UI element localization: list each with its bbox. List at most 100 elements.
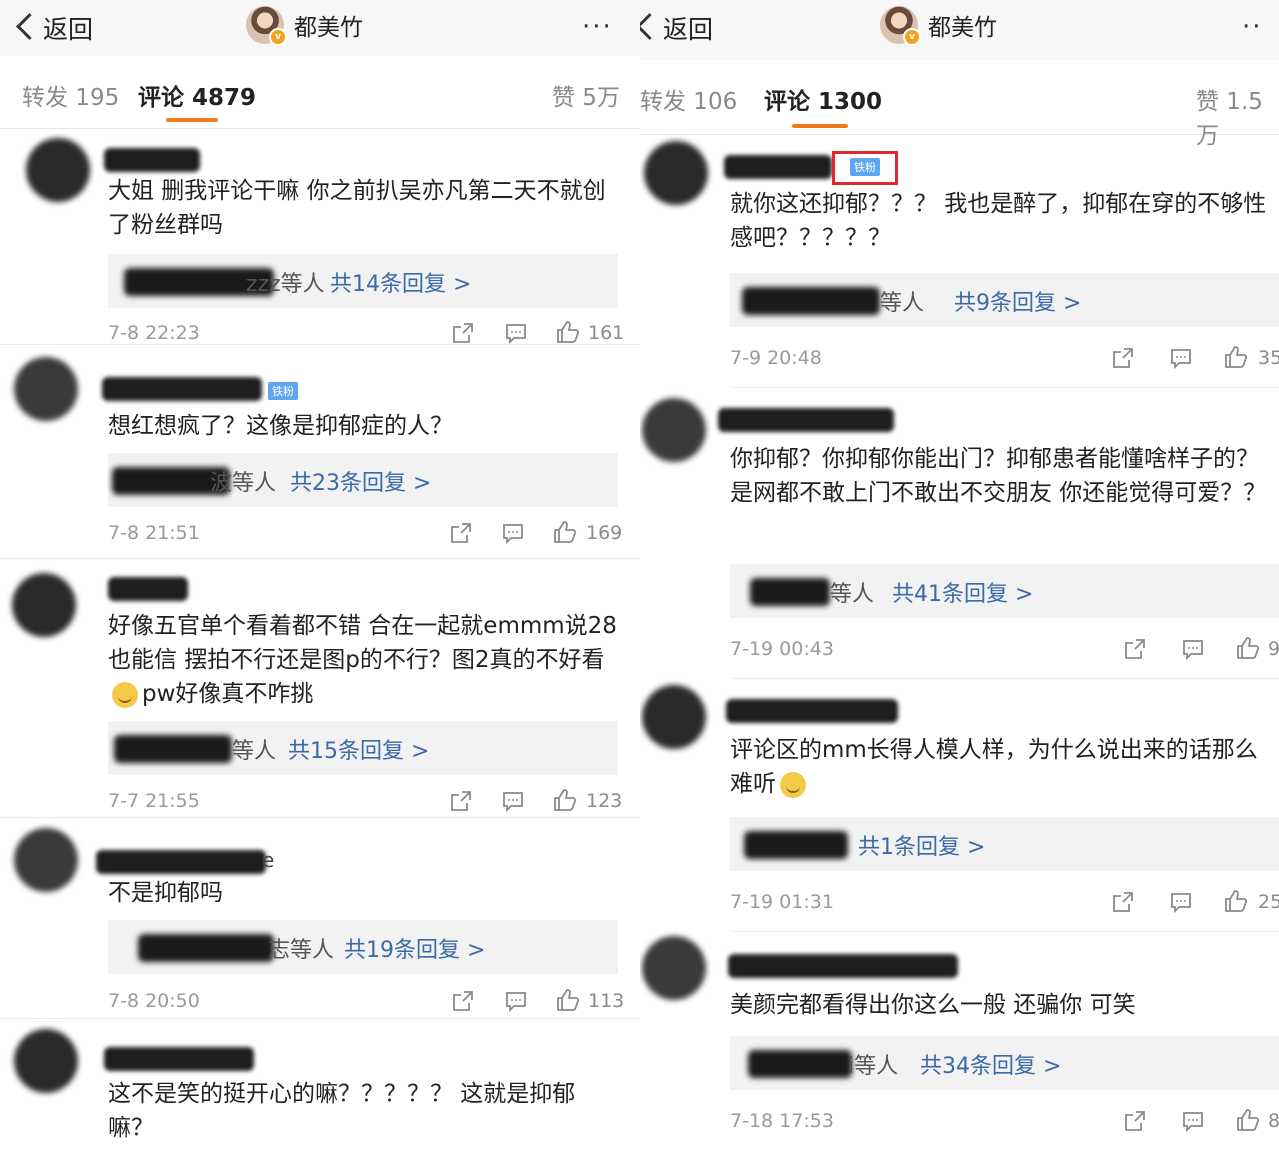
share-icon[interactable] — [452, 990, 474, 1012]
reply-count-link[interactable]: 共19条回复 > — [344, 932, 485, 964]
left-screenshot: 返回 v 都美竹 ··· 转发 195 评论 4879 赞 5万 大姐 删我评论… — [0, 0, 640, 1149]
commenter-avatar[interactable] — [644, 141, 708, 205]
reply-count-link[interactable]: 共9条回复 > — [954, 285, 1081, 317]
comment-icon[interactable] — [502, 522, 524, 544]
comment-date: 7-9 20:48 — [730, 347, 822, 369]
share-icon[interactable] — [452, 322, 474, 344]
like-count: 9 — [1268, 638, 1279, 660]
share-icon[interactable] — [450, 522, 472, 544]
like-icon[interactable] — [553, 788, 577, 812]
commenter-name[interactable] — [102, 377, 262, 401]
comment-item: 你抑郁？你抑郁你能出门？抑郁患者能懂啥样子的？是网都不敢上门不敢出不交朋友 你还… — [640, 388, 1279, 678]
reply-count-link[interactable]: 共41条回复 > — [892, 576, 1033, 608]
tab-comments[interactable]: 评论 1300 — [764, 82, 882, 116]
share-icon[interactable] — [1124, 638, 1146, 660]
comment-date: 7-8 22:23 — [108, 322, 200, 344]
commenter-avatar[interactable] — [14, 828, 78, 892]
reply-preview[interactable]: zzz等人 共14条回复 > — [108, 254, 618, 308]
profile-header[interactable]: v 都美竹 — [880, 6, 997, 46]
reply-count-link[interactable]: 共23条回复 > — [290, 465, 431, 497]
commenter-avatar[interactable] — [26, 138, 90, 202]
back-button[interactable]: 返回 — [16, 10, 93, 46]
reply-users: 志等人 — [268, 938, 335, 963]
comment-icon[interactable] — [1170, 891, 1192, 913]
reply-preview[interactable]: 等人 共41条回复 > — [730, 564, 1279, 618]
comment-date: 7-18 17:53 — [730, 1110, 834, 1132]
like-icon[interactable] — [1236, 1108, 1260, 1132]
tab-repost[interactable]: 转发 195 — [22, 78, 119, 112]
commenter-avatar[interactable] — [12, 573, 76, 637]
tab-likes[interactable]: 赞 5万 — [552, 78, 620, 112]
replier-name — [138, 934, 274, 962]
fan-badge: 铁粉 — [268, 382, 298, 400]
reply-preview[interactable]: 波等人 共23条回复 > — [108, 453, 618, 507]
commenter-name-tail: e — [262, 848, 275, 872]
reply-preview[interactable]: 共1条回复 > — [730, 817, 1279, 871]
comment-icon[interactable] — [1182, 638, 1204, 660]
replier-name — [750, 578, 830, 606]
like-icon[interactable] — [556, 320, 580, 344]
reply-preview[interactable]: 等人 共15条回复 > — [108, 721, 618, 775]
comment-text: 不是抑郁吗 — [108, 880, 223, 906]
replier-name — [744, 831, 848, 859]
tab-repost[interactable]: 转发 106 — [640, 82, 737, 116]
reply-count-link[interactable]: 共34条回复 > — [920, 1048, 1061, 1080]
crying-laugh-emoji — [112, 681, 138, 708]
like-count: 35 — [1258, 347, 1279, 369]
commenter-avatar[interactable] — [642, 398, 706, 462]
commenter-avatar[interactable] — [14, 357, 78, 421]
share-icon[interactable] — [1112, 347, 1134, 369]
commenter-name[interactable] — [96, 850, 266, 874]
comment-icon[interactable] — [1170, 347, 1192, 369]
tab-underline — [792, 124, 848, 128]
right-screenshot: 返回 v 都美竹 ·· 转发 106 评论 1300 赞 1.5万 铁粉 就你这… — [640, 0, 1279, 1149]
comment-item: 铁粉 想红想疯了？这像是抑郁症的人？ 波等人 共23条回复 > 7-8 21:5… — [0, 345, 640, 558]
comment-item: 铁粉 就你这还抑郁？？？ 我也是醉了，抑郁在穿的不够性感吧？？？？？ 等人 共9… — [640, 135, 1279, 387]
commenter-name[interactable] — [728, 954, 958, 978]
smirk-emoji — [780, 771, 806, 798]
like-count: 161 — [588, 322, 625, 344]
tab-comments[interactable]: 评论 4879 — [138, 78, 256, 112]
commenter-avatar[interactable] — [642, 936, 706, 1000]
reply-preview[interactable]: i等人 共34条回复 > — [730, 1036, 1279, 1090]
nav-bar: 返回 v 都美竹 ·· — [640, 0, 1279, 60]
more-button[interactable]: ··· — [582, 12, 613, 42]
comment-icon[interactable] — [502, 790, 524, 812]
like-count: 113 — [588, 990, 625, 1012]
comment-icon[interactable] — [1182, 1110, 1204, 1132]
share-icon[interactable] — [1112, 891, 1134, 913]
reply-count-link[interactable]: 共14条回复 > — [330, 266, 471, 298]
avatar[interactable]: v — [880, 6, 921, 46]
like-icon[interactable] — [553, 520, 577, 544]
reply-preview[interactable]: 志等人 共19条回复 > — [108, 920, 618, 974]
share-icon[interactable] — [450, 790, 472, 812]
commenter-name[interactable] — [104, 148, 200, 172]
nav-bar: 返回 v 都美竹 ··· — [0, 0, 640, 56]
profile-header[interactable]: v 都美竹 — [246, 6, 363, 46]
commenter-name[interactable] — [718, 408, 894, 432]
reply-preview[interactable]: 等人 共9条回复 > — [730, 273, 1279, 327]
like-icon[interactable] — [1224, 889, 1248, 913]
commenter-name[interactable] — [724, 155, 832, 179]
commenter-name[interactable] — [726, 699, 898, 723]
comment-item: 好像五官单个看着都不错 合在一起就emmm说28也能信 摆拍不行还是图p的不行？… — [0, 559, 640, 817]
like-count: 123 — [586, 790, 623, 812]
like-icon[interactable] — [556, 988, 580, 1012]
share-icon[interactable] — [1124, 1110, 1146, 1132]
tab-underline — [166, 118, 218, 122]
comment-icon[interactable] — [505, 322, 527, 344]
more-button[interactable]: ·· — [1242, 12, 1263, 42]
comment-date: 7-19 00:43 — [730, 638, 834, 660]
comment-icon[interactable] — [505, 990, 527, 1012]
reply-users: 波等人 — [210, 471, 277, 496]
reply-count-link[interactable]: 共1条回复 > — [858, 829, 985, 861]
commenter-name[interactable] — [104, 1047, 254, 1071]
commenter-avatar[interactable] — [642, 685, 706, 749]
reply-count-link[interactable]: 共15条回复 > — [288, 733, 429, 765]
commenter-avatar[interactable] — [14, 1029, 78, 1093]
like-icon[interactable] — [1236, 636, 1260, 660]
avatar[interactable]: v — [246, 6, 287, 46]
like-icon[interactable] — [1224, 345, 1248, 369]
commenter-name[interactable] — [108, 577, 188, 601]
back-button[interactable]: 返回 — [640, 10, 713, 46]
